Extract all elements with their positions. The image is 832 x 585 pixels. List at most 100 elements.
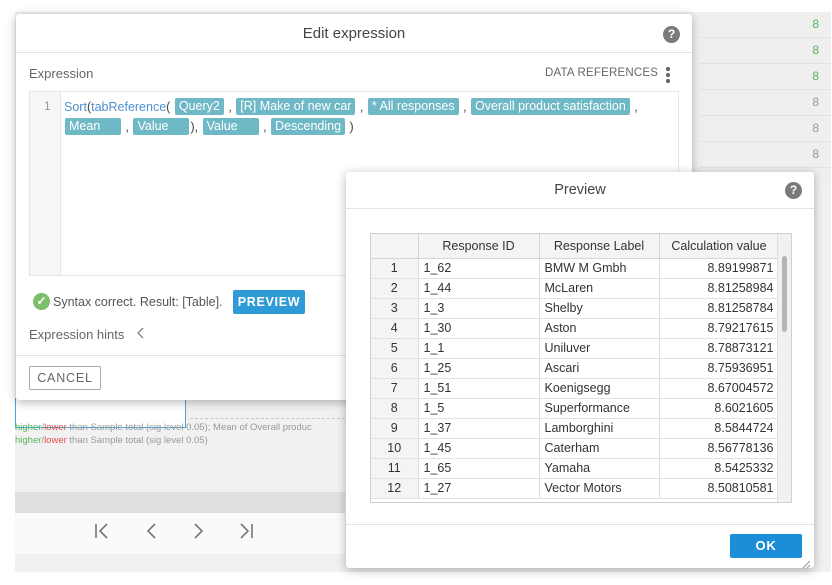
- cell-response-label: McLaren: [539, 278, 660, 299]
- help-icon[interactable]: ?: [663, 26, 680, 43]
- table-row[interactable]: 2 1_44 McLaren 8.81258984: [371, 278, 780, 299]
- cell-response-id: 1_37: [418, 418, 540, 439]
- ok-button[interactable]: OK: [730, 534, 802, 558]
- background-divider: [190, 418, 350, 419]
- scrollbar-thumb[interactable]: [782, 256, 787, 332]
- cell-response-label: Shelby: [539, 298, 660, 319]
- row-index: 7: [371, 378, 419, 399]
- cell-calculation-value: 8.81258984: [659, 278, 780, 299]
- cell-response-label: Caterham: [539, 438, 660, 459]
- table-row[interactable]: 3 1_3 Shelby 8.81258784: [371, 298, 780, 319]
- expression-label: Expression: [29, 66, 94, 81]
- cell-calculation-value: 8.5844724: [659, 418, 780, 439]
- vertical-scrollbar[interactable]: [777, 234, 791, 502]
- token-statistic[interactable]: Mean: [65, 118, 121, 135]
- comma: ,: [263, 120, 267, 134]
- footnote-line-2: higher/lower than Sample total (sig leve…: [15, 435, 208, 446]
- table-row[interactable]: 10 1_45 Caterham 8.56778136: [371, 438, 780, 459]
- comma: ,: [359, 100, 364, 114]
- dialog-title: Preview: [554, 182, 606, 198]
- cell-calculation-value: 8.67004572: [659, 378, 780, 399]
- cell-response-id: 1_45: [418, 438, 540, 459]
- table-row[interactable]: 7 1_51 Koenigsegg 8.67004572: [371, 378, 780, 399]
- preview-table: Response ID Response Label Calculation v…: [370, 233, 792, 503]
- token-measure[interactable]: Overall product satisfaction: [471, 98, 630, 115]
- token-column[interactable]: * All responses: [367, 98, 459, 115]
- token-sort-by[interactable]: Value: [202, 118, 259, 135]
- table-row[interactable]: 11 1_65 Yamaha 8.5425332: [371, 458, 780, 479]
- more-options-icon[interactable]: [666, 67, 670, 85]
- line-gutter: 1: [30, 92, 61, 275]
- chevron-left-icon[interactable]: [136, 326, 146, 345]
- first-page-icon[interactable]: [93, 522, 111, 546]
- line-number: 1: [44, 99, 51, 113]
- table-row[interactable]: 12 1_27 Vector Motors 8.50810581: [371, 478, 780, 499]
- column-header-response-label: Response Label: [539, 234, 660, 259]
- grid-cell: 8: [812, 121, 819, 135]
- footer-divider: [346, 524, 814, 525]
- cell-response-id: 1_5: [418, 398, 540, 419]
- cell-response-label: Uniluver: [539, 338, 660, 359]
- table-row[interactable]: 8 1_5 Superformance 8.6021605: [371, 398, 780, 419]
- comma: ,: [463, 100, 467, 114]
- row-index: 2: [371, 278, 419, 299]
- preview-button[interactable]: PREVIEW: [233, 290, 305, 314]
- row-index: 3: [371, 298, 419, 319]
- grid-cell: 8: [812, 17, 819, 31]
- cell-calculation-value: 8.75936951: [659, 358, 780, 379]
- background-scrollbar-band: [15, 492, 345, 512]
- cell-response-label: Koenigsegg: [539, 378, 660, 399]
- token-order[interactable]: Descending: [271, 118, 346, 135]
- help-icon[interactable]: ?: [785, 182, 802, 199]
- expression-hints-toggle[interactable]: Expression hints: [29, 327, 124, 342]
- row-index: 8: [371, 398, 419, 419]
- data-references-link[interactable]: DATA REFERENCES: [545, 67, 658, 79]
- token-query[interactable]: Query2: [174, 98, 224, 115]
- close-paren: ),: [190, 120, 199, 134]
- cell-calculation-value: 8.50810581: [659, 478, 780, 499]
- paren: (: [166, 100, 171, 114]
- cell-response-id: 1_27: [418, 478, 540, 499]
- table-row[interactable]: 5 1_1 Uniluver 8.78873121: [371, 338, 780, 359]
- footnote-lower: lower: [44, 422, 67, 433]
- token-row-variable[interactable]: [R] Make of new car: [236, 98, 356, 115]
- grid-cell: 8: [812, 95, 819, 109]
- close-paren: ): [349, 120, 354, 134]
- token-value[interactable]: Value: [133, 118, 190, 135]
- row-index: 4: [371, 318, 419, 339]
- resize-grip-icon[interactable]: [802, 556, 811, 569]
- next-page-icon[interactable]: [189, 522, 207, 546]
- cell-response-id: 1_25: [418, 358, 540, 379]
- cancel-button[interactable]: CANCEL: [29, 366, 101, 390]
- column-header-calculation-value: Calculation value: [659, 234, 780, 259]
- cell-calculation-value: 8.78873121: [659, 338, 780, 359]
- fn-tabreference: tabReference: [91, 100, 167, 114]
- table-header-row: Response ID Response Label Calculation v…: [371, 234, 780, 259]
- footnote-higher: higher: [15, 435, 42, 446]
- table-row[interactable]: 1 1_62 BMW M Gmbh 8.89199871: [371, 258, 780, 279]
- comma: ,: [634, 100, 638, 114]
- column-header-index: [371, 234, 419, 259]
- cell-response-id: 1_3: [418, 298, 540, 319]
- expression-code[interactable]: Sort(tabReference( Query2 , [R] Make of …: [64, 97, 674, 137]
- row-index: 1: [371, 258, 419, 279]
- cell-response-id: 1_44: [418, 278, 540, 299]
- grid-cell: 8: [812, 69, 819, 83]
- table-row[interactable]: 9 1_37 Lamborghini 8.5844724: [371, 418, 780, 439]
- footnote-text: than Sample total (sig level 0.05): [66, 435, 208, 446]
- prev-page-icon[interactable]: [143, 522, 161, 546]
- cell-response-id: 1_62: [418, 258, 540, 279]
- footnote-lower: lower: [44, 435, 67, 446]
- cell-response-id: 1_65: [418, 458, 540, 479]
- cell-response-id: 1_30: [418, 318, 540, 339]
- preview-dialog: Preview ? Response ID Response Label Cal…: [346, 172, 814, 569]
- last-page-icon[interactable]: [237, 522, 255, 546]
- cell-response-label: Lamborghini: [539, 418, 660, 439]
- row-index: 9: [371, 418, 419, 439]
- cell-response-id: 1_1: [418, 338, 540, 359]
- comma: ,: [228, 100, 232, 114]
- dialog-title: Edit expression: [302, 25, 406, 42]
- table-row[interactable]: 4 1_30 Aston 8.79217615: [371, 318, 780, 339]
- table-row[interactable]: 6 1_25 Ascari 8.75936951: [371, 358, 780, 379]
- row-index: 5: [371, 338, 419, 359]
